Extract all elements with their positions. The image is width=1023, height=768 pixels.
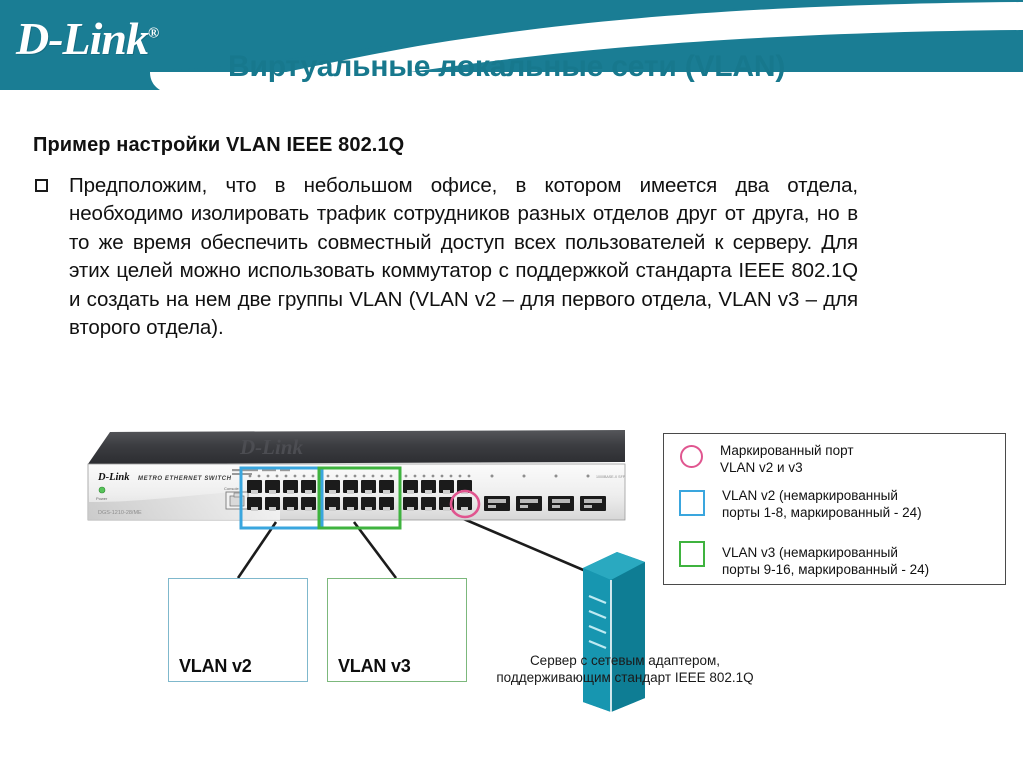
switch-model-code: DGS-1210-28/ME <box>98 510 142 516</box>
registered-mark-icon: ® <box>148 25 159 42</box>
legend-box: Маркированный порт VLAN v2 и v3 VLAN v2 … <box>663 433 1006 585</box>
legend-item-label: Маркированный порт VLAN v2 и v3 <box>720 443 854 475</box>
dlink-logo: D-Link® <box>16 13 159 64</box>
switch-top-embossed-logo: D-Link <box>239 435 304 459</box>
slide-canvas: D-Link® Виртуальные локальные сети (VLAN… <box>0 0 1023 768</box>
console-port-label: Console <box>224 486 239 491</box>
circle-swatch-icon <box>680 445 703 468</box>
legend-item-tagged-port: Маркированный порт VLAN v2 и v3 <box>672 443 854 476</box>
slide-header: D-Link® Виртуальные локальные сети (VLAN… <box>0 0 1023 92</box>
switch-brand-label: D-Link <box>97 472 130 483</box>
vlan-v3-group: VLAN v3 <box>327 578 467 682</box>
power-led-label: Power <box>96 496 108 501</box>
vlan-v3-label: VLAN v3 <box>338 656 411 676</box>
page-title: Виртуальные локальные сети (VLAN) <box>228 50 786 83</box>
square-bullet-icon <box>35 179 48 192</box>
vlan-v2-group: VLAN v2 <box>168 578 308 682</box>
power-led-icon <box>98 486 106 494</box>
section-subheading: Пример настройки VLAN IEEE 802.1Q <box>33 134 405 156</box>
blue-square-swatch-icon <box>679 490 705 516</box>
server-caption: Сервер с сетевым адаптером, поддерживающ… <box>470 652 780 686</box>
vlan-v2-label: VLAN v2 <box>179 656 252 676</box>
switch-device: D-Link D-Link METRO ETHERNET SWITCH DGS-… <box>80 428 640 533</box>
legend-item-label: VLAN v3 (немаркированный порты 9-16, мар… <box>722 545 930 577</box>
server-caption-line-2: поддерживающим стандарт IEEE 802.1Q <box>496 670 754 685</box>
legend-item-label: VLAN v2 (немаркированный порты 1-8, марк… <box>722 488 922 520</box>
dlink-logo-text: D-Link <box>16 13 149 64</box>
bullet-list: Предположим, что в небольшом офисе, в ко… <box>33 172 858 342</box>
bullet-paragraph: Предположим, что в небольшом офисе, в ко… <box>69 174 858 340</box>
server-caption-line-1: Сервер с сетевым адаптером, <box>529 653 721 668</box>
server-icon <box>583 552 645 712</box>
legend-item-vlan-v3: VLAN v3 (немаркированный порты 9-16, мар… <box>672 539 929 578</box>
green-square-swatch-icon <box>679 541 705 567</box>
switch-device-graphic: D-Link D-Link METRO ETHERNET SWITCH DGS-… <box>87 430 626 530</box>
legend-item-vlan-v2: VLAN v2 (немаркированный порты 1-8, марк… <box>672 488 922 521</box>
sfp-label: 1000BASE-X SFP <box>596 475 626 479</box>
switch-model-line: METRO ETHERNET SWITCH <box>138 476 232 482</box>
